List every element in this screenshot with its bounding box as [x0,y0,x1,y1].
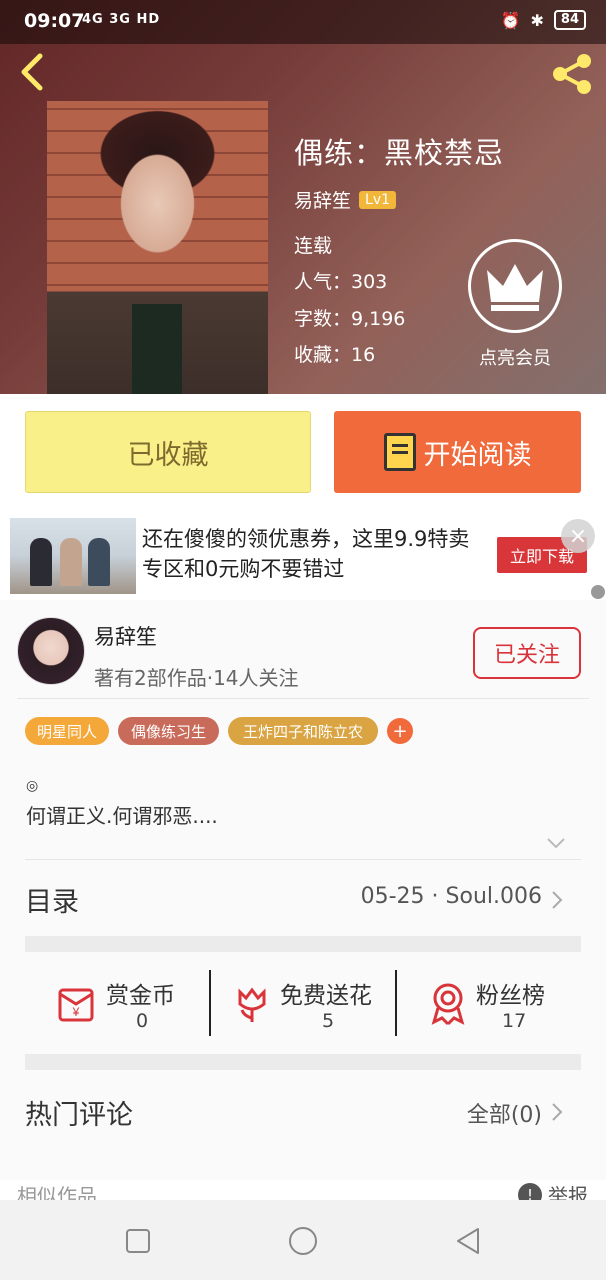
back-button[interactable] [16,52,52,92]
popularity: 人气：303 [294,271,388,293]
chevron-right-icon [552,891,563,909]
serial-status: 连载 [294,235,333,257]
bluetooth-icon: ✱ [530,10,544,30]
status-time: 09:07 [24,10,85,32]
divider [395,970,397,1036]
tag-1[interactable]: 偶像练习生 [118,717,219,745]
section-separator [25,1054,581,1070]
share-button[interactable] [548,52,596,96]
home-icon[interactable] [287,1225,319,1257]
stat-value: 0 [136,1010,149,1032]
battery-indicator: 84 [553,10,586,30]
section-separator [25,936,581,952]
vip-label: 点亮会员 [479,348,551,369]
network-indicator: 4G 3G HD [82,12,161,27]
level-badge: Lv1 [359,190,397,209]
tag-label: 偶像练习生 [130,722,206,741]
share-icon [553,54,591,94]
tag-label: 明星同人 [36,722,97,741]
ad-mark-icon [591,585,605,599]
status-bar: 09:07 4G 3G HD ⏰ ✱ 84 [0,0,606,44]
author-card-stats: 著有2部作品·14人关注 [94,666,299,690]
author-line: 易辞笙 Lv1 [294,186,397,213]
expand-button[interactable] [545,832,567,854]
back-nav-icon[interactable] [452,1225,484,1257]
book-intro: 何谓正义.何谓邪恶.... [26,804,218,828]
divider [209,970,211,1036]
tag-0[interactable]: 明星同人 [25,717,109,745]
recent-apps-icon[interactable] [122,1225,154,1257]
start-reading-label: 开始阅读 [423,439,532,471]
stat-coins[interactable]: ¥ 赏金币 0 [52,970,202,1036]
flower-icon [238,987,266,1022]
author-card-name[interactable]: 易辞笙 [94,621,157,651]
collected-button[interactable]: 已收藏 [25,411,311,493]
book-cover[interactable] [47,101,268,394]
stat-label: 粉丝榜 [476,983,545,1009]
stat-fans[interactable]: 粉丝榜 17 [428,970,558,1036]
tag-label: 王炸四子和陈立农 [242,722,363,741]
chevron-down-icon [547,838,565,849]
ad-close-button[interactable]: × [561,519,595,553]
tag-2[interactable]: 王炸四子和陈立农 [228,717,378,745]
ad-image [10,518,136,594]
toc-latest-chapter[interactable]: 05-25 · Soul.006 [361,884,542,909]
stat-value: 17 [502,1010,527,1032]
red-envelope-icon: ¥ [58,988,94,1022]
word-count: 字数：9,196 [294,308,406,330]
cover-figure [132,304,182,394]
stat-label: 赏金币 [106,983,175,1009]
comments-title: 热门评论 [25,1100,133,1131]
crown-icon [487,264,543,311]
book-title: 偶练：黑校禁忌 [294,136,505,170]
intro-symbol: ◎ [26,778,39,794]
collected-label: 已收藏 [127,439,209,471]
favorites-count: 收藏：16 [294,344,376,366]
stat-label: 免费送花 [280,983,372,1009]
avatar[interactable] [17,617,85,685]
alarm-icon: ⏰ [500,10,521,30]
follow-button[interactable]: 已关注 [473,627,581,679]
chevron-left-icon [21,53,43,91]
add-tag-button[interactable]: + [387,718,413,744]
author-name[interactable]: 易辞笙 [294,186,351,213]
svg-text:¥: ¥ [72,1005,80,1019]
ad-text: 还在傻傻的领优惠券，这里9.9特卖专区和0元购不要错过 [142,527,470,581]
divider [25,859,581,860]
divider [17,698,589,699]
all-comments-link[interactable]: 全部(0) [467,1097,542,1129]
medal-icon [431,983,465,1026]
book-icon [383,433,416,471]
start-reading-button[interactable]: 开始阅读 [334,411,581,493]
chevron-right-icon [552,1103,563,1121]
vip-button[interactable] [468,239,562,333]
toc-title[interactable]: 目录 [25,880,79,919]
stat-flowers[interactable]: 免费送花 5 [230,970,390,1036]
stat-value: 5 [322,1010,335,1032]
